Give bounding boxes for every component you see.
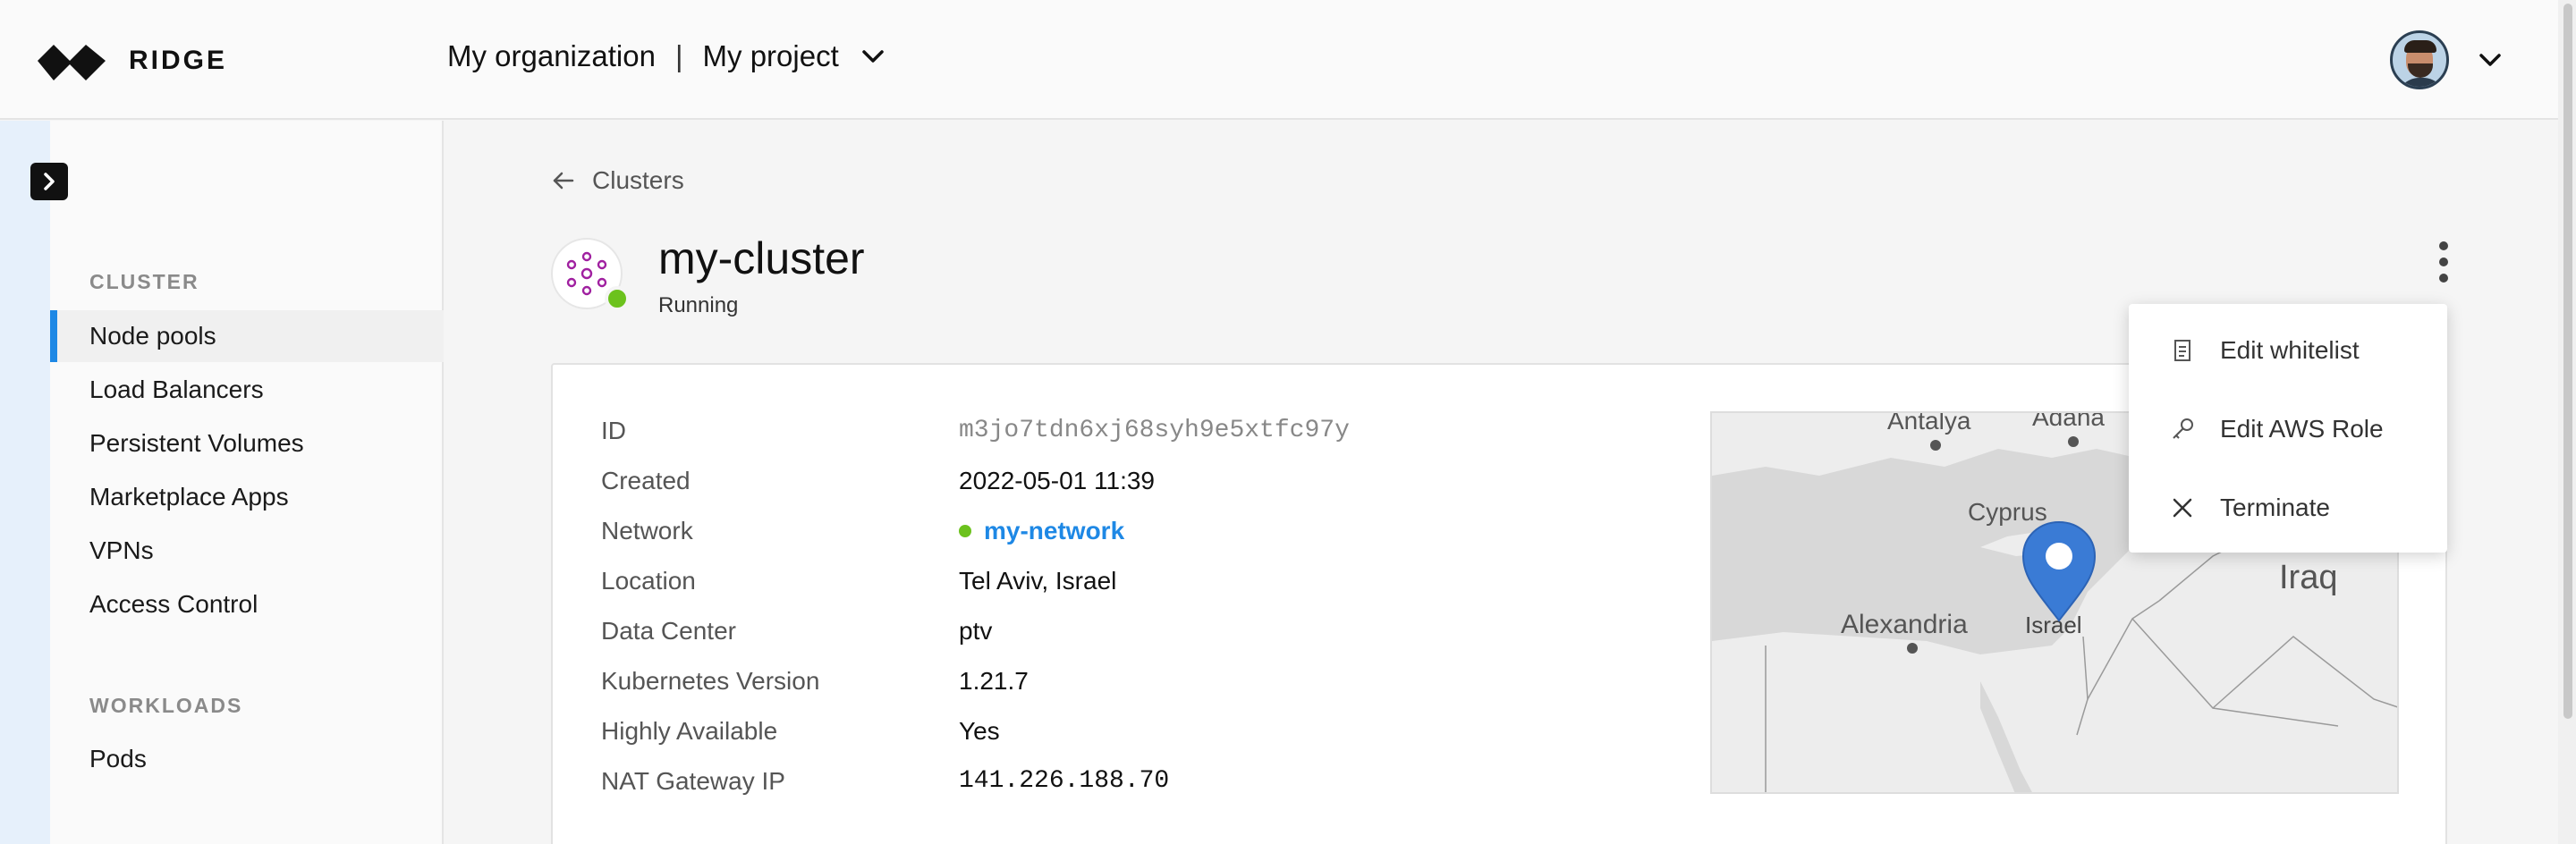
arrow-left-icon [553, 172, 574, 190]
cluster-status: Running [658, 293, 739, 317]
detail-label-location: Location [601, 567, 696, 595]
key-icon [2173, 418, 2193, 439]
document-icon [2174, 340, 2190, 361]
top-bar: RIDGE My organization | My project [0, 0, 2576, 120]
page-title: my-cluster [658, 233, 865, 283]
sidebar-toggle-button[interactable] [30, 163, 68, 200]
sidebar-section-cluster: CLUSTER [89, 270, 199, 293]
map-label-alexandria: Alexandria [1841, 610, 1968, 639]
sidebar-item-pods[interactable]: Pods [50, 733, 444, 785]
menu-item-terminate[interactable]: Terminate [2129, 468, 2447, 547]
project-switcher[interactable]: My organization | My project [447, 39, 887, 73]
sidebar-section-workloads: WORKLOADS [89, 694, 243, 717]
network-link-label: my-network [984, 517, 1125, 544]
menu-item-label: Edit whitelist [2220, 336, 2360, 364]
menu-item-label: Terminate [2220, 494, 2330, 521]
network-link[interactable]: my-network [959, 517, 1124, 545]
detail-label-kubernetes-version: Kubernetes Version [601, 667, 820, 695]
map-label-adana: Adana [2032, 413, 2105, 431]
detail-label-nat-gateway-ip: NAT Gateway IP [601, 767, 785, 795]
sidebar-item-access-control[interactable]: Access Control [50, 578, 444, 630]
sidebar-item-label: Persistent Volumes [89, 429, 304, 457]
brand-name: RIDGE [129, 46, 228, 75]
network-status-dot [959, 525, 971, 537]
map-label-cyprus: Cyprus [1968, 498, 2047, 526]
sidebar-item-label: Access Control [89, 590, 258, 618]
project-name: My project [702, 39, 839, 72]
sidebar-item-persistent-volumes[interactable]: Persistent Volumes [50, 418, 444, 469]
scrollbar-thumb[interactable] [2563, 4, 2572, 719]
sidebar-item-label: Load Balancers [89, 376, 264, 403]
detail-label-id: ID [601, 417, 626, 444]
close-icon [2173, 498, 2192, 518]
menu-item-label: Edit AWS Role [2220, 415, 2384, 443]
sidebar-item-marketplace-apps[interactable]: Marketplace Apps [50, 471, 444, 523]
sidebar-item-label: Node pools [89, 322, 216, 350]
sidebar-rail [0, 121, 50, 844]
cluster-glyph-icon [566, 251, 607, 296]
kebab-menu-icon[interactable] [2426, 238, 2462, 286]
detail-value-id: m3jo7tdn6xj68syh9e5xtfc97y [959, 417, 1350, 444]
detail-label-created: Created [601, 467, 691, 494]
sidebar-item-node-pools[interactable]: Node pools [50, 310, 444, 362]
ridge-logo-mark-icon [38, 45, 106, 80]
cluster-actions-menu: Edit whitelist Edit AWS Role Terminate [2129, 304, 2447, 553]
sidebar-item-label: VPNs [89, 536, 154, 564]
organization-name: My organization [447, 39, 656, 72]
detail-label-network: Network [601, 517, 693, 544]
avatar [2390, 30, 2449, 89]
chevron-right-icon [44, 173, 55, 190]
map-label-iraq: Iraq [2279, 559, 2337, 596]
detail-label-highly-available: Highly Available [601, 717, 778, 745]
menu-item-edit-whitelist[interactable]: Edit whitelist [2129, 311, 2447, 390]
detail-value-created: 2022-05-01 11:39 [959, 467, 1155, 494]
breadcrumb-label: Clusters [592, 166, 684, 194]
breadcrumb-back-link[interactable]: Clusters [551, 166, 684, 195]
detail-value-location: Tel Aviv, Israel [959, 567, 1117, 595]
map-label-antalya: Antalya [1887, 413, 1971, 435]
user-menu[interactable] [2390, 30, 2504, 89]
chevron-down-icon [2479, 54, 2501, 66]
detail-value-kubernetes-version: 1.21.7 [959, 667, 1029, 695]
sidebar-item-label: Marketplace Apps [89, 483, 289, 511]
ridge-logo[interactable]: RIDGE [38, 36, 227, 86]
map-label-israel: Israel [2025, 612, 2082, 638]
detail-value-data-center: ptv [959, 617, 993, 645]
menu-item-edit-aws-role[interactable]: Edit AWS Role [2129, 390, 2447, 468]
status-indicator-dot [605, 286, 630, 311]
sidebar-item-label: Pods [89, 745, 147, 772]
detail-label-data-center: Data Center [601, 617, 736, 645]
sidebar-item-load-balancers[interactable]: Load Balancers [50, 364, 444, 416]
detail-value-highly-available: Yes [959, 717, 1000, 745]
sidebar-item-vpns[interactable]: VPNs [50, 525, 444, 577]
chevron-down-icon [862, 50, 884, 63]
detail-value-nat-gateway-ip: 141.226.188.70 [959, 767, 1170, 795]
org-project-separator: | [674, 39, 683, 72]
